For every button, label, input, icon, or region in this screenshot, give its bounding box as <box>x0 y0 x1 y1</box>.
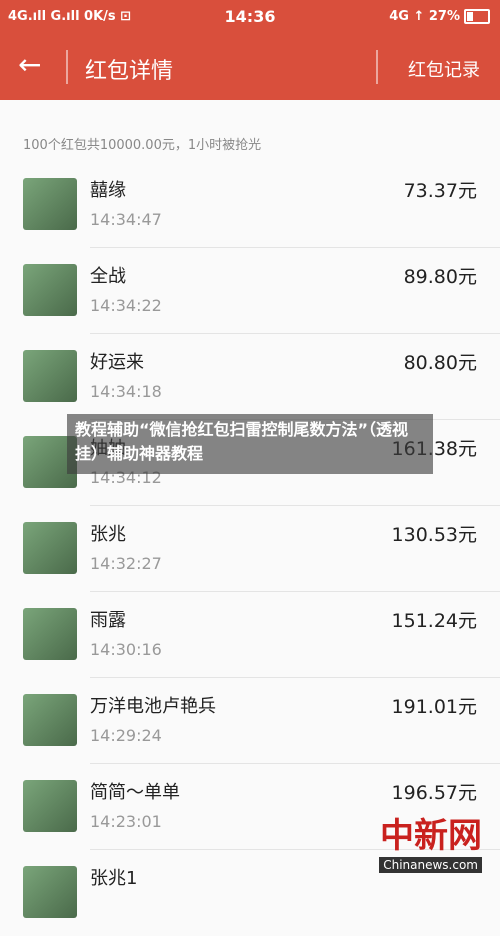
page-title: 红包详情 <box>85 59 174 84</box>
amount: 151.24元 <box>391 610 477 632</box>
amount: 196.57元 <box>391 782 477 804</box>
app-bar: ← 红包详情 红包记录 <box>0 34 500 100</box>
summary-text: 100个红包共10000.00元，1小时被抢光 <box>23 138 262 153</box>
recipient-name: 万洋电池卢艳兵 <box>90 696 216 717</box>
grab-time: 14:32:27 <box>90 554 162 573</box>
amount: 80.80元 <box>403 352 477 374</box>
watermark-logo: 中新网 <box>380 816 482 856</box>
grab-time: 14:34:22 <box>90 296 162 315</box>
avatar <box>23 694 77 746</box>
avatar <box>23 264 77 316</box>
avatar <box>23 608 77 660</box>
list-item[interactable]: 好运来 14:34:18 80.80元 <box>0 334 500 420</box>
amount: 73.37元 <box>403 180 477 202</box>
avatar <box>23 178 77 230</box>
battery-icon <box>464 9 490 24</box>
recipient-name: 全战 <box>90 266 126 287</box>
grab-time: 14:34:18 <box>90 382 162 401</box>
list-item[interactable]: 张兆 14:32:27 130.53元 <box>0 506 500 592</box>
avatar <box>23 780 77 832</box>
red-packet-record-button[interactable]: 红包记录 <box>408 56 480 82</box>
divider <box>66 50 68 84</box>
grab-time: 14:29:24 <box>90 726 162 745</box>
amount: 89.80元 <box>403 266 477 288</box>
list-item[interactable]: 全战 14:34:22 89.80元 <box>0 248 500 334</box>
list-item[interactable]: 雨露 14:30:16 151.24元 <box>0 592 500 678</box>
list-item[interactable]: 万洋电池卢艳兵 14:29:24 191.01元 <box>0 678 500 764</box>
avatar <box>23 350 77 402</box>
grab-time: 14:34:47 <box>90 210 162 229</box>
divider <box>376 50 378 84</box>
recipient-name: 简简～单单 <box>90 782 180 803</box>
amount: 191.01元 <box>391 696 477 718</box>
caption-overlay: 教程辅助“微信抢红包扫雷控制尾数方法”（透视挂）辅助神器教程 <box>67 414 433 474</box>
status-bar: 4G.ıll G.ıll 0K/s ⊡ 14:36 4G ↑ 27% <box>0 0 500 34</box>
grab-time: 14:23:01 <box>90 812 162 831</box>
recipient-name: 雨露 <box>90 610 126 631</box>
avatar <box>23 866 77 918</box>
recipient-name: 囍缘 <box>90 180 126 201</box>
avatar <box>23 522 77 574</box>
recipient-name: 好运来 <box>90 352 144 373</box>
amount: 130.53元 <box>391 524 477 546</box>
recipient-name: 张兆 <box>90 524 126 545</box>
recipient-name: 张兆1 <box>90 868 138 889</box>
list-item[interactable]: 囍缘 14:34:47 73.37元 <box>0 162 500 248</box>
back-icon[interactable]: ← <box>18 50 41 80</box>
watermark: 中新网 Chinanews.com <box>379 808 482 873</box>
battery-indicator: 4G ↑ 27% <box>389 9 490 24</box>
grab-time: 14:30:16 <box>90 640 162 659</box>
watermark-site: Chinanews.com <box>379 857 482 873</box>
